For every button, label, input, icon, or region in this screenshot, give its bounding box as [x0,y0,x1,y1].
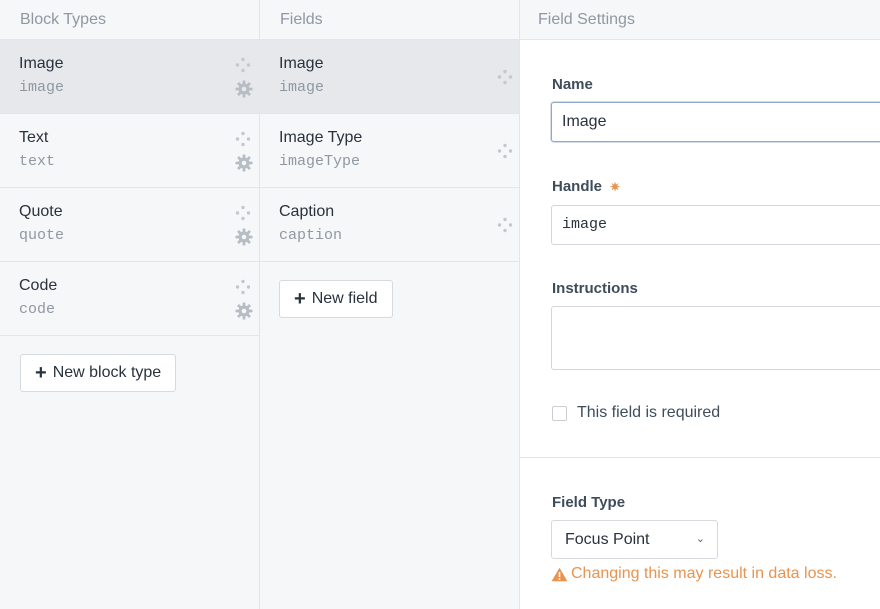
name-input[interactable]: Image [551,102,880,142]
field-item-image-type[interactable]: Image Type imageType [260,114,519,188]
new-block-type-label: New block type [52,364,162,381]
block-type-name: Quote [19,203,63,220]
new-block-type-button[interactable]: + New block type [20,354,177,392]
block-type-handle: text [19,153,56,170]
fields-column: Fields Image image Image Type imageType … [260,0,520,609]
warning-text: Changing this may result in data loss. [571,565,837,582]
required-indicator-icon: ✷ [610,180,621,195]
gear-icon[interactable] [235,154,253,172]
field-settings-header: Field Settings [520,0,880,40]
move-icon[interactable] [497,217,513,233]
move-icon[interactable] [497,69,513,85]
fields-header: Fields [260,0,519,40]
warning-icon [551,567,568,581]
block-type-handle: code [19,301,56,318]
required-checkbox[interactable] [552,406,567,421]
block-type-item-quote[interactable]: Quote quote [0,188,259,262]
block-type-handle: image [19,79,65,96]
field-name: Image [279,55,324,72]
new-field-button[interactable]: + New field [279,280,393,318]
gear-icon[interactable] [235,302,253,320]
plus-icon: + [294,288,306,310]
field-handle: image [279,79,325,96]
move-icon[interactable] [235,279,251,295]
field-type-label: Field Type [552,494,626,511]
move-icon[interactable] [235,205,251,221]
field-item-image[interactable]: Image image [260,40,519,114]
field-handle: imageType [279,153,361,170]
block-type-item-text[interactable]: Text text [0,114,259,188]
block-type-item-image[interactable]: Image image [0,40,259,114]
instructions-textarea[interactable] [551,306,880,370]
chevron-down-icon: ⌄ [695,533,705,545]
block-types-column: Block Types Image image Text text Quote … [0,0,260,609]
field-name: Caption [279,203,335,220]
block-type-name: Image [19,55,64,72]
field-item-caption[interactable]: Caption caption [260,188,519,262]
gear-icon[interactable] [235,80,253,98]
block-type-name: Code [19,277,58,294]
required-checkbox-label[interactable]: This field is required [577,404,720,422]
handle-label: Handle [552,178,603,195]
block-type-item-code[interactable]: Code code [0,262,259,336]
move-icon[interactable] [235,131,251,147]
field-type-value: Focus Point [565,531,650,548]
block-type-handle: quote [19,227,65,244]
handle-label-row: Handle ✷ [552,178,620,195]
move-icon[interactable] [235,57,251,73]
instructions-label: Instructions [552,280,638,297]
data-loss-warning: Changing this may result in data loss. [551,565,837,583]
move-icon[interactable] [497,143,513,159]
gear-icon[interactable] [235,228,253,246]
field-type-select[interactable]: Focus Point ⌄ [551,520,718,559]
new-field-label: New field [311,290,378,307]
name-label: Name [552,76,593,93]
field-name: Image Type [279,129,363,146]
block-types-header: Block Types [0,0,259,40]
field-settings-column: Field Settings Name Image Handle ✷ image … [520,0,880,609]
handle-input[interactable]: image [551,205,880,245]
block-type-name: Text [19,129,49,146]
field-handle: caption [279,227,343,244]
plus-icon: + [35,362,47,384]
section-divider [520,457,880,458]
